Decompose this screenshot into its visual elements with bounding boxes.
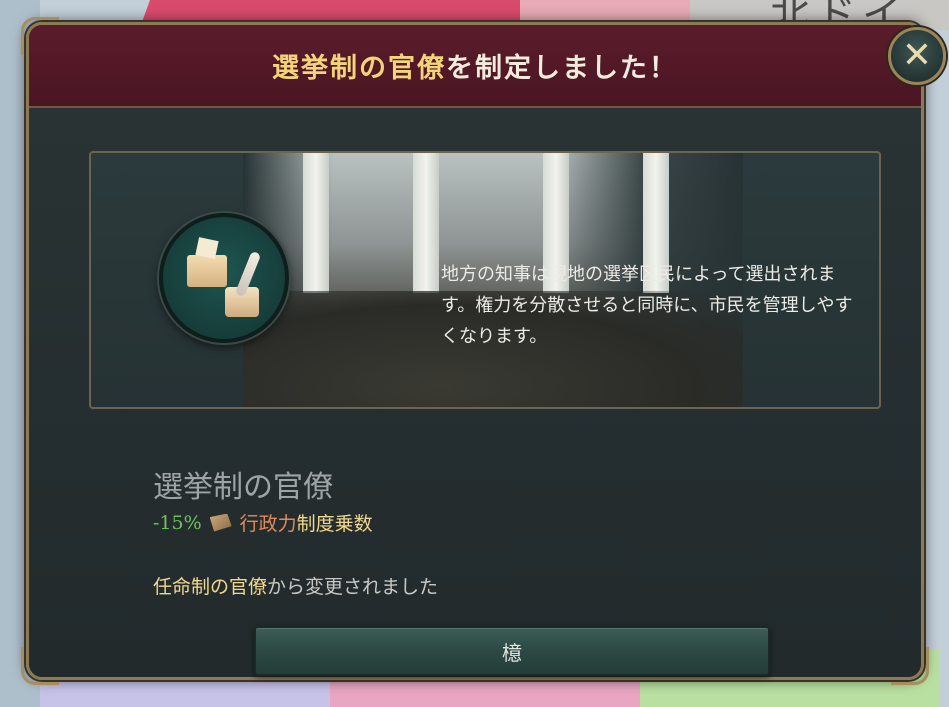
- map-region: [520, 0, 700, 20]
- map-region: [142, 0, 538, 20]
- illustration-panel: 地方の知事は現地の選挙区民によって選出されます。権力を分散させると同時に、市民を…: [89, 151, 881, 409]
- ok-button[interactable]: 檍: [254, 626, 770, 676]
- previous-law-link[interactable]: 任命制の官僚: [153, 576, 267, 598]
- close-icon: ✕: [901, 35, 933, 76]
- modifier-name-part1: 行政力: [239, 513, 297, 535]
- bureaucracy-scroll-icon: [209, 513, 232, 532]
- ballot-paper-shape: [195, 237, 219, 259]
- law-name: 選挙制の官僚: [153, 470, 333, 505]
- dialog-header: 選挙制の官僚を制定しました！: [29, 25, 921, 108]
- dialog-title-suffix: を制定しました！: [446, 53, 678, 84]
- law-enacted-dialog: 選挙制の官僚を制定しました！ 地方の知事は現地の選挙区民によって選出されます。権…: [21, 17, 929, 685]
- frame-corner: [891, 647, 929, 685]
- modifier-value: -15%: [153, 511, 202, 534]
- ballot-box-shape: [187, 255, 227, 287]
- law-modifier[interactable]: -15% 行政力制度乗数: [153, 509, 373, 536]
- frame-corner: [21, 647, 59, 685]
- changed-from-text: 任命制の官僚から変更されました: [153, 572, 438, 599]
- dialog-title: 選挙制の官僚を制定しました！: [272, 46, 678, 85]
- modifier-name: 行政力制度乗数: [240, 509, 373, 536]
- law-description: 地方の知事は現地の選挙区民によって選出されます。権力を分散させると同時に、市民を…: [441, 264, 853, 347]
- close-button[interactable]: ✕: [888, 27, 946, 85]
- scene-column: [303, 153, 329, 293]
- ok-button-label: 檍: [502, 640, 522, 665]
- scene-column: [413, 153, 439, 293]
- modifier-name-part2: 制度乗数: [296, 513, 373, 535]
- changed-suffix: から変更されました: [267, 576, 439, 598]
- ballot-box-icon: [159, 213, 289, 343]
- dialog-title-law: 選挙制の官僚: [272, 53, 446, 84]
